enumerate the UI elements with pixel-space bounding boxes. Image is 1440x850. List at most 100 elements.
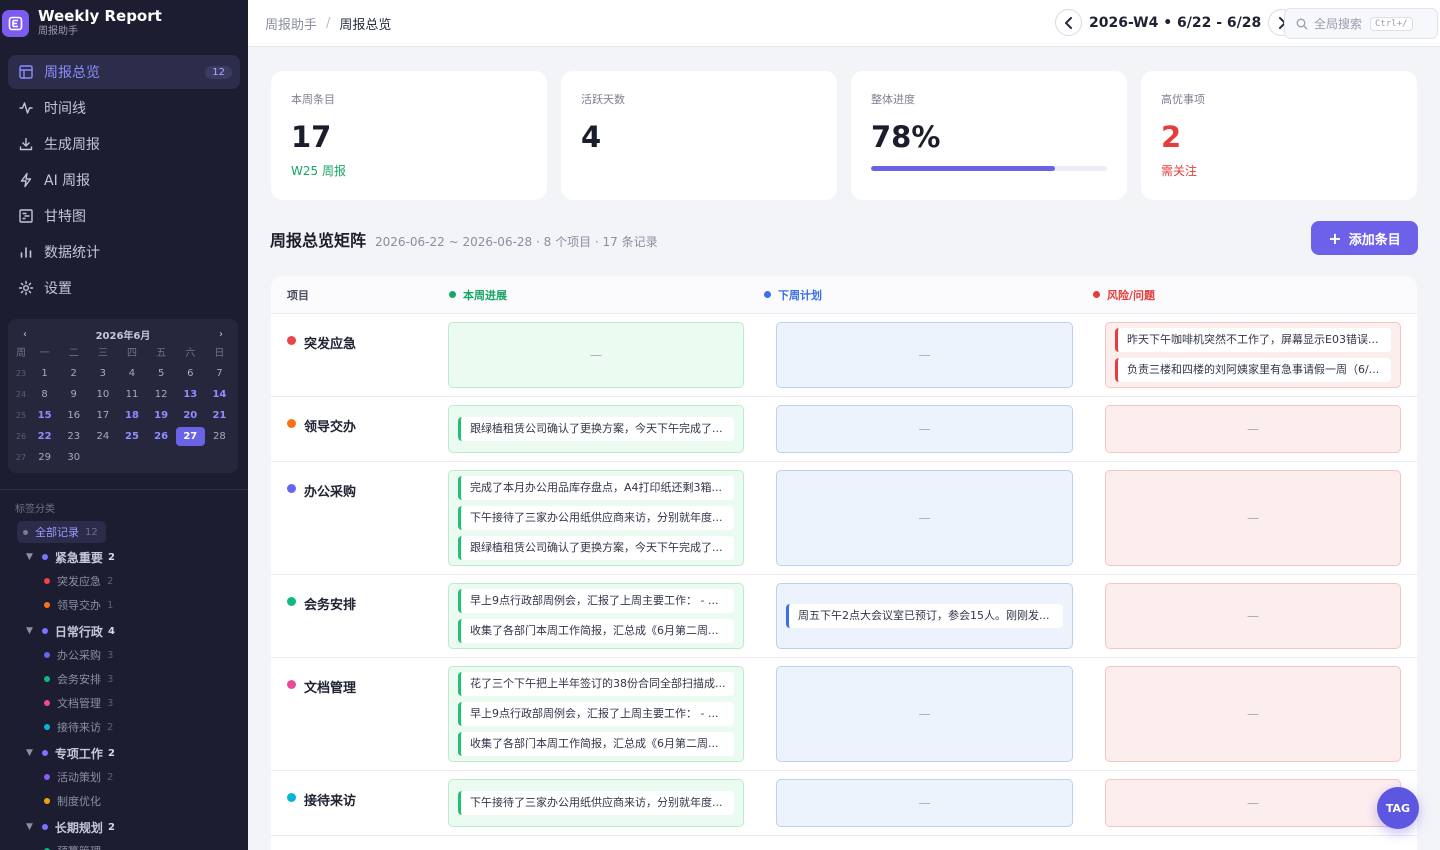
progress-entry[interactable]: 收集了各部门本周工作简报，汇总成《6月第二周... — [458, 619, 734, 643]
progress-entry[interactable]: 早上9点行政部周例会，汇报了上周主要工作： - ... — [458, 589, 734, 613]
calendar-day[interactable]: 15 — [30, 406, 59, 425]
calendar-day[interactable]: 26 — [147, 427, 176, 446]
risk-cell[interactable]: 昨天下午咖啡机突然不工作了，屏幕显示E03错误... 负责三楼和四楼的刘阿姨家里有… — [1105, 322, 1401, 388]
calendar-day[interactable]: 22 — [30, 427, 59, 446]
tag-group[interactable]: ▼ 专项工作 2 — [0, 741, 248, 765]
plan-cell[interactable]: — — [776, 666, 1073, 762]
calendar-day[interactable]: 23 — [59, 427, 88, 446]
calendar-day[interactable]: 17 — [88, 406, 117, 425]
risk-cell[interactable]: — — [1105, 470, 1401, 566]
tag-group[interactable]: ▼ 长期规划 2 — [0, 815, 248, 839]
progress-entry[interactable]: 早上9点行政部周例会，汇报了上周主要工作： - ... — [458, 702, 734, 726]
risk-cell[interactable]: — — [1105, 405, 1401, 453]
brand[interactable]: Weekly Report 周报助手 — [0, 0, 248, 46]
calendar-day[interactable]: 5 — [147, 364, 176, 383]
project-cell[interactable]: 会务安排 — [271, 583, 431, 649]
progress-entry[interactable]: 完成了本月办公用品库存盘点，A4打印纸还剩3箱... — [458, 476, 734, 500]
calendar-day[interactable]: 1 — [30, 364, 59, 383]
calendar-day[interactable]: 12 — [147, 385, 176, 404]
progress-cell[interactable]: 下午接待了三家办公用纸供应商来访，分别就年度... — [448, 779, 744, 827]
nav-item-5[interactable]: 数据统计 — [8, 235, 240, 269]
tag-item[interactable]: 活动策划 2 — [0, 765, 248, 789]
project-cell[interactable]: 文档管理 — [271, 666, 431, 762]
nav-item-1[interactable]: 时间线 — [8, 91, 240, 125]
calendar-day[interactable]: 21 — [205, 406, 234, 425]
calendar-day[interactable]: 13 — [176, 385, 205, 404]
calendar-day[interactable]: 19 — [147, 406, 176, 425]
progress-cell[interactable]: 早上9点行政部周例会，汇报了上周主要工作： - ... 收集了各部门本周工作简报，… — [448, 583, 744, 649]
calendar-day[interactable]: 25 — [117, 427, 146, 446]
calendar-day[interactable]: 28 — [205, 427, 234, 446]
tag-item[interactable]: 文档管理 3 — [0, 691, 248, 715]
nav-item-4[interactable]: 甘特图 — [8, 199, 240, 233]
nav-item-0[interactable]: 周报总览 12 — [8, 55, 240, 89]
tag-item[interactable]: 领导交办 1 — [0, 593, 248, 617]
plan-cell[interactable]: — — [776, 405, 1073, 453]
progress-entry[interactable]: 下午接待了三家办公用纸供应商来访，分别就年度... — [458, 791, 734, 815]
tag-all-records[interactable]: 全部记录 12 — [17, 521, 106, 543]
project-cell[interactable]: 突发应急 — [271, 322, 431, 388]
tag-floating-button[interactable]: TAG — [1377, 787, 1419, 829]
nav-item-2[interactable]: 生成周报 — [8, 127, 240, 161]
plan-entry[interactable]: 周五下午2点大会议室已预订，参会15人。刚刚发... — [786, 604, 1063, 628]
risk-cell[interactable]: — — [1105, 666, 1401, 762]
progress-cell[interactable]: 完成了本月办公用品库存盘点，A4打印纸还剩3箱... 下午接待了三家办公用纸供应商… — [448, 470, 744, 566]
calendar-day[interactable]: 4 — [117, 364, 146, 383]
risk-cell[interactable]: — — [1105, 583, 1401, 649]
tag-item[interactable]: 突发应急 2 — [0, 569, 248, 593]
calendar-prev-button[interactable]: ‹ — [23, 329, 27, 340]
add-entry-button[interactable]: + 添加条目 — [1311, 221, 1418, 255]
prev-week-button[interactable] — [1055, 9, 1082, 36]
global-search-input[interactable]: 全局搜索 Ctrl+/ — [1284, 8, 1438, 39]
calendar-day[interactable]: 29 — [30, 448, 59, 467]
plan-cell[interactable]: — — [776, 779, 1073, 827]
progress-entry[interactable]: 下午接待了三家办公用纸供应商来访，分别就年度... — [458, 506, 734, 530]
calendar-day[interactable]: 9 — [59, 385, 88, 404]
empty-placeholder: — — [918, 707, 931, 721]
progress-cell[interactable]: — — [448, 322, 744, 388]
plan-cell[interactable]: 周五下午2点大会议室已预订，参会15人。刚刚发... — [776, 583, 1073, 649]
calendar-day[interactable]: 30 — [59, 448, 88, 467]
tag-group[interactable]: ▼ 紧急重要 2 — [0, 545, 248, 569]
tag-item[interactable]: 制度优化 — [0, 789, 248, 813]
progress-cell[interactable]: 跟绿植租赁公司确认了更换方案，今天下午完成了... — [448, 405, 744, 453]
calendar-day[interactable]: 24 — [88, 427, 117, 446]
nav-item-3[interactable]: AI 周报 — [8, 163, 240, 197]
calendar-next-button[interactable]: › — [219, 329, 223, 340]
calendar-day[interactable]: 14 — [205, 385, 234, 404]
calendar-day[interactable]: 3 — [88, 364, 117, 383]
progress-entry[interactable]: 花了三个下午把上半年签订的38份合同全部扫描成... — [458, 672, 734, 696]
tag-group[interactable]: ▼ 日常行政 4 — [0, 619, 248, 643]
progress-entry[interactable]: 收集了各部门本周工作简报，汇总成《6月第二周... — [458, 732, 734, 756]
breadcrumb-root[interactable]: 周报助手 — [265, 14, 317, 33]
tag-item[interactable]: 办公采购 3 — [0, 643, 248, 667]
chevron-left-icon — [1064, 16, 1072, 29]
progress-cell[interactable]: 花了三个下午把上半年签订的38份合同全部扫描成... 早上9点行政部周例会，汇报了… — [448, 666, 744, 762]
tag-item-count: 3 — [107, 697, 114, 709]
calendar-day[interactable]: 10 — [88, 385, 117, 404]
calendar-day[interactable]: 2 — [59, 364, 88, 383]
plan-cell[interactable]: — — [776, 470, 1073, 566]
calendar-day[interactable]: 16 — [59, 406, 88, 425]
calendar-day[interactable]: 7 — [205, 364, 234, 383]
risk-entry[interactable]: 负责三楼和四楼的刘阿姨家里有急事请假一周（6/... — [1115, 358, 1391, 382]
nav-item-6[interactable]: 设置 — [8, 271, 240, 305]
progress-entry[interactable]: 跟绿植租赁公司确认了更换方案，今天下午完成了... — [458, 417, 734, 441]
calendar-day[interactable]: 8 — [30, 385, 59, 404]
tag-item[interactable]: 会务安排 3 — [0, 667, 248, 691]
calendar-day-today[interactable]: 27 — [175, 427, 205, 446]
tag-item[interactable]: 预算管理 — [0, 839, 248, 850]
calendar-day[interactable]: 6 — [176, 364, 205, 383]
project-cell[interactable]: 办公采购 — [271, 470, 431, 566]
project-cell[interactable]: 接待来访 — [271, 779, 431, 827]
calendar-day[interactable]: 11 — [117, 385, 146, 404]
calendar-day[interactable]: 18 — [117, 406, 146, 425]
tag-item[interactable]: 接待来访 2 — [0, 715, 248, 739]
progress-entry[interactable]: 跟绿植租赁公司确认了更换方案，今天下午完成了... — [458, 536, 734, 560]
empty-placeholder: — — [1247, 609, 1259, 623]
risk-cell[interactable]: — — [1105, 779, 1401, 827]
calendar-day[interactable]: 20 — [176, 406, 205, 425]
plan-cell[interactable]: — — [776, 322, 1073, 388]
project-cell[interactable]: 领导交办 — [271, 405, 431, 453]
risk-entry[interactable]: 昨天下午咖啡机突然不工作了，屏幕显示E03错误... — [1115, 328, 1391, 352]
